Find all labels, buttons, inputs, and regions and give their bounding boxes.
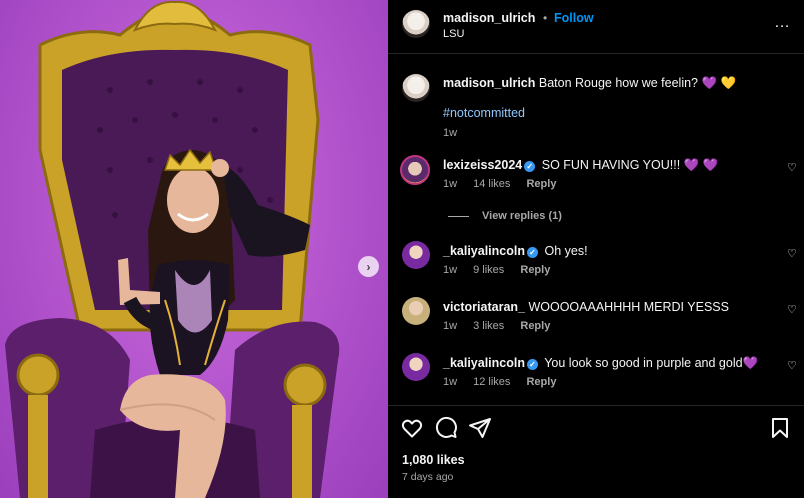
comment-timestamp: 1w: [443, 376, 458, 388]
heart-icon[interactable]: ♡: [787, 359, 797, 372]
caption-hashtag[interactable]: #notcommitted: [443, 106, 525, 120]
comment-text: SO FUN HAVING YOU!!! 💜 💜: [541, 158, 719, 172]
heart-icon[interactable]: ♡: [787, 247, 797, 260]
replies-divider: [448, 215, 469, 217]
paper-plane-icon[interactable]: [468, 416, 492, 440]
bookmark-icon[interactable]: [768, 416, 792, 440]
heart-icon[interactable]: [400, 416, 424, 440]
verified-badge-icon: ✓: [526, 247, 538, 258]
reply-button[interactable]: Reply: [520, 264, 550, 276]
caption-text: Baton Rouge how we feelin? 💜 💛: [538, 76, 737, 90]
post-modal: › madison_ulrich • Follow LSU … madison_…: [0, 0, 804, 498]
comment-username[interactable]: victoriataran_: [443, 300, 525, 314]
post-location[interactable]: LSU: [443, 28, 464, 40]
post-photo[interactable]: ›: [0, 0, 388, 498]
verified-badge-icon: ✓: [524, 161, 536, 172]
reply-button[interactable]: Reply: [526, 376, 556, 388]
avatar[interactable]: [402, 241, 430, 269]
actions-divider: [388, 405, 804, 406]
caption: madison_ulrich Baton Rouge how we feelin…: [443, 76, 783, 91]
comment-timestamp: 1w: [443, 264, 458, 276]
comment-likes[interactable]: 9 likes: [473, 264, 504, 276]
throne-leg-right: [292, 405, 312, 498]
view-replies-button[interactable]: View replies (1): [448, 210, 562, 222]
reply-button[interactable]: Reply: [520, 320, 550, 332]
post-sidebar: madison_ulrich • Follow LSU … madison_ul…: [388, 0, 804, 498]
person-face: [167, 167, 219, 233]
photo-illustration: [5, 0, 340, 498]
comment-likes[interactable]: 12 likes: [473, 376, 510, 388]
caption-username[interactable]: madison_ulrich: [443, 76, 535, 90]
separator-dot: •: [543, 11, 548, 25]
comment-username[interactable]: _kaliyalincoln: [443, 244, 525, 258]
reply-button[interactable]: Reply: [526, 178, 556, 190]
comment-username[interactable]: lexizeiss2024: [443, 158, 522, 172]
heart-icon[interactable]: ♡: [787, 303, 797, 316]
comment-likes[interactable]: 14 likes: [473, 178, 510, 190]
comment-text: You look so good in purple and gold💜: [544, 356, 759, 370]
caption-avatar[interactable]: [402, 74, 430, 102]
throne-arm-ornament-left: [16, 353, 60, 397]
throne-arm-ornament-right: [283, 363, 327, 407]
chevron-right-icon: ›: [366, 259, 371, 274]
more-options-icon[interactable]: …: [774, 14, 791, 32]
comment-icon[interactable]: [434, 416, 458, 440]
next-photo-button[interactable]: ›: [358, 256, 379, 277]
avatar[interactable]: [402, 10, 430, 38]
avatar[interactable]: [402, 297, 430, 325]
comment-text: WOOOOAAAHHHH MERDI YESSS: [528, 300, 729, 314]
action-bar: [388, 416, 804, 442]
post-author-username[interactable]: madison_ulrich: [443, 11, 535, 25]
avatar[interactable]: [402, 353, 430, 381]
view-replies-label: View replies (1): [482, 210, 562, 222]
verified-badge-icon: ✓: [526, 359, 538, 370]
comment-username[interactable]: _kaliyalincoln: [443, 356, 525, 370]
avatar[interactable]: [400, 155, 430, 185]
caption-timestamp: 1w: [443, 127, 458, 139]
follow-button[interactable]: Follow: [554, 11, 594, 25]
likes-count[interactable]: 1,080 likes: [402, 453, 465, 467]
comment-likes[interactable]: 3 likes: [473, 320, 504, 332]
throne-leg-left: [28, 395, 48, 498]
post-header: madison_ulrich • Follow LSU …: [388, 0, 804, 54]
comment-timestamp: 1w: [443, 178, 458, 190]
post-date: 7 days ago: [402, 471, 454, 483]
heart-icon[interactable]: ♡: [787, 161, 797, 174]
comment-timestamp: 1w: [443, 320, 458, 332]
comment-text: Oh yes!: [544, 244, 588, 258]
